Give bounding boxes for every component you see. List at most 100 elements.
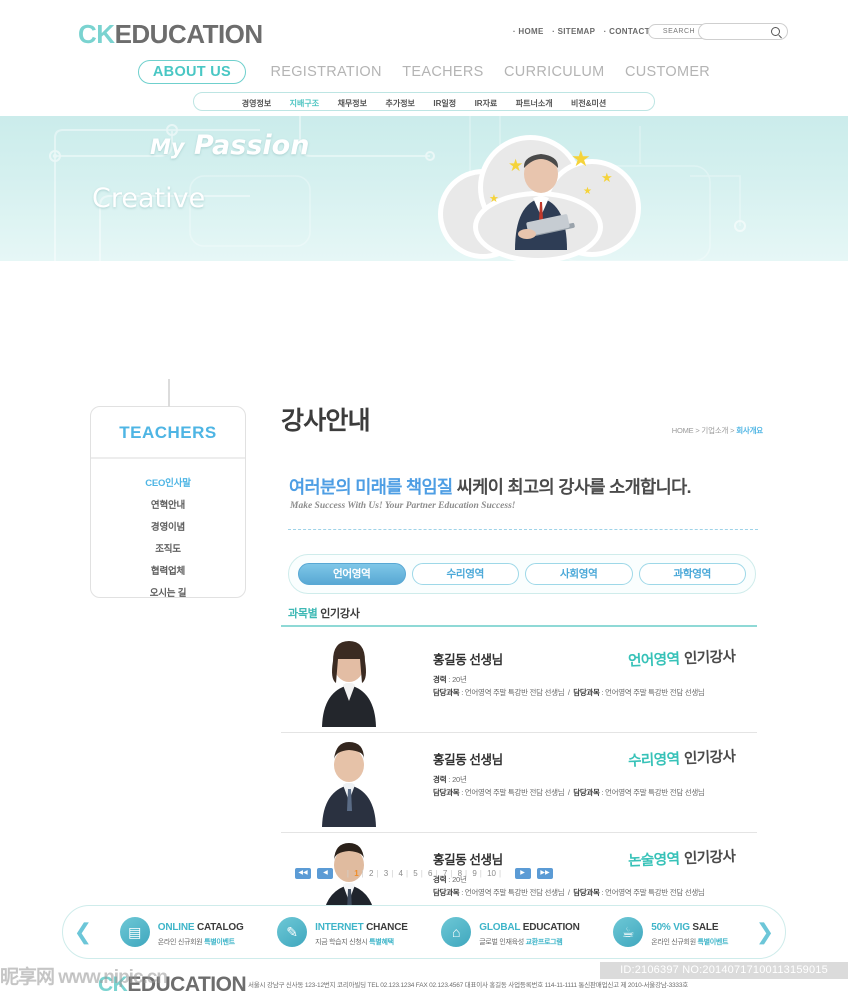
section-rule bbox=[281, 625, 757, 627]
nav-item-about-us[interactable]: ABOUT US bbox=[137, 60, 247, 84]
section-title-dark: 인기강사 bbox=[320, 608, 360, 620]
subnav-item-0[interactable]: 경영정보 bbox=[242, 99, 271, 108]
star-icon-1: ★ bbox=[508, 156, 524, 175]
banner-items: ▤ ONLINE CATALOG 온라인 신규회원 특별이벤트 ✎ INTERN… bbox=[103, 917, 745, 947]
subnav-item-3[interactable]: 추가정보 bbox=[385, 99, 414, 108]
banner-subtitle: 온라인 신규회원 특별이벤트 bbox=[157, 939, 235, 946]
nav-item-teachers[interactable]: TEACHERS bbox=[402, 64, 483, 80]
pagination-page-6[interactable]: 6 bbox=[428, 869, 432, 878]
tab-math-area[interactable]: 수리영역 bbox=[411, 563, 519, 585]
hero-passion-text: Passion bbox=[194, 130, 310, 161]
teacher-photo bbox=[306, 639, 391, 727]
logo-education-text: EDUCATION bbox=[114, 19, 264, 49]
table-row[interactable]: 홍길동 선생님 경력 : 20년 담당과목 : 언어영역 주말 특강반 전담 선… bbox=[281, 733, 757, 833]
banner-item-global-education[interactable]: ⌂ GLOBAL EDUCATION 글로벌 인재육성 교환프로그램 bbox=[441, 917, 580, 947]
tab-language-area[interactable]: 언어영역 bbox=[298, 563, 406, 585]
banner-item-internet-chance[interactable]: ✎ INTERNET CHANCE 지금 학습지 신청시 특별혜택 bbox=[277, 917, 408, 947]
hero-line-one: My Passion bbox=[150, 130, 309, 161]
banner-item-text: INTERNET CHANCE 지금 학습지 신청시 특별혜택 bbox=[315, 917, 408, 947]
nav-item-registration[interactable]: REGISTRATION bbox=[270, 64, 381, 80]
image-id-watermark: ID:2106397 NO:20140717100113159015 bbox=[600, 962, 848, 979]
site-logo[interactable]: CKEDUCATION bbox=[78, 19, 263, 50]
sidebar-title: TEACHERS bbox=[91, 407, 245, 459]
headline-dark-part: 씨케이 최고의 강사를 소개합니다. bbox=[456, 477, 692, 497]
main-navigation: ABOUT US REGISTRATION TEACHERS CURRICULU… bbox=[0, 60, 848, 84]
sidebar-item-org-chart[interactable]: 조직도 bbox=[91, 537, 245, 559]
teacher-career: 경력 : 20년 bbox=[433, 775, 467, 784]
star-icon-3: ★ bbox=[601, 170, 613, 185]
teacher-career: 경력 : 20년 bbox=[433, 675, 467, 684]
subnav-item-4[interactable]: IR일정 bbox=[433, 99, 456, 108]
sidebar-item-ceo-message[interactable]: CEO인사말 bbox=[91, 471, 245, 493]
hero-banner: My Passion Creative ★ ★ ★ ★ ★ bbox=[0, 116, 848, 261]
banner-item-text: ONLINE CATALOG 온라인 신규회원 특별이벤트 bbox=[158, 917, 244, 947]
banner-prev-arrow-icon[interactable]: ❮ bbox=[63, 919, 103, 945]
building-icon: ⌂ bbox=[441, 917, 472, 947]
badge-area-text: 수리영역 bbox=[627, 751, 680, 770]
subnav-item-7[interactable]: 비전&미션 bbox=[571, 99, 606, 108]
breadcrumb-current: 회사개요 bbox=[736, 426, 763, 435]
site-header: CKEDUCATION · HOME · SITEMAP · CONTACT U… bbox=[0, 0, 848, 116]
banner-item-vig-sale[interactable]: ☕ 50% VIG SALE 온라인 신규회원 특별이벤트 bbox=[613, 917, 728, 947]
pagination-page-8[interactable]: 8 bbox=[458, 869, 462, 878]
dashed-divider bbox=[288, 529, 758, 530]
pagination-page-9[interactable]: 9 bbox=[472, 869, 476, 878]
pagination-page-7[interactable]: 7 bbox=[443, 869, 447, 878]
sidebar-item-philosophy[interactable]: 경영이념 bbox=[91, 515, 245, 537]
sidebar-item-history[interactable]: 연혁안내 bbox=[91, 493, 245, 515]
badge-area-text: 언어영역 bbox=[627, 651, 680, 670]
pagination-prev-button[interactable]: ◀ bbox=[317, 868, 334, 880]
pagination-page-2[interactable]: 2 bbox=[369, 869, 373, 878]
category-tab-bar: 언어영역 수리영역 사회영역 과학영역 bbox=[288, 554, 756, 594]
breadcrumb: HOME > 기업소개 > 회사개요 bbox=[671, 426, 763, 435]
pagination-page-5[interactable]: 5 bbox=[413, 869, 417, 878]
top-utility-links: · HOME · SITEMAP · CONTACT US bbox=[507, 27, 664, 36]
breadcrumb-home[interactable]: HOME bbox=[672, 426, 694, 435]
subnav-item-5[interactable]: IR자료 bbox=[475, 99, 498, 108]
pagination-last-button[interactable]: ▶▶ bbox=[537, 868, 553, 880]
hero-cloud-photo: ★ ★ ★ ★ ★ bbox=[423, 134, 663, 261]
sidebar-item-directions[interactable]: 오시는 길 bbox=[91, 581, 245, 603]
headline-blue-part: 여러분의 미래를 책임질 bbox=[289, 477, 453, 497]
banner-title: GLOBAL EDUCATION bbox=[479, 922, 580, 933]
subnav-item-2[interactable]: 채무정보 bbox=[338, 99, 367, 108]
breadcrumb-mid[interactable]: 기업소개 bbox=[701, 426, 728, 435]
search-icon bbox=[771, 27, 780, 36]
banner-next-arrow-icon[interactable]: ❯ bbox=[745, 919, 785, 945]
teacher-name: 홍길동 선생님 bbox=[433, 653, 503, 667]
table-row[interactable]: 홍길동 선생님 경력 : 20년 담당과목 : 언어영역 주말 특강반 전담 선… bbox=[281, 633, 757, 733]
top-link-home[interactable]: · HOME bbox=[513, 27, 544, 36]
subnav-item-6[interactable]: 파트너소개 bbox=[516, 99, 553, 108]
nav-item-curriculum[interactable]: CURRICULUM bbox=[504, 64, 604, 80]
search-input-wrapper[interactable] bbox=[698, 23, 788, 40]
cup-icon: ☕ bbox=[613, 917, 644, 947]
pagination-page-3[interactable]: 3 bbox=[384, 869, 388, 878]
tab-science-area[interactable]: 과학영역 bbox=[638, 563, 746, 585]
banner-subtitle: 글로벌 인재육성 교환프로그램 bbox=[479, 939, 563, 946]
badge-popular-text: 인기강사 bbox=[683, 749, 736, 768]
banner-subtitle: 온라인 신규회원 특별이벤트 bbox=[651, 939, 729, 946]
pagination-page-list: | 1 | 2 | 3 | 4 | 5 | 6 | 7 | 8 | 9 | 10 | bbox=[346, 869, 502, 879]
banner-item-online-catalog[interactable]: ▤ ONLINE CATALOG 온라인 신규회원 특별이벤트 bbox=[119, 917, 244, 947]
banner-title: INTERNET CHANCE bbox=[315, 922, 408, 933]
pagination-page-1[interactable]: 1 bbox=[354, 869, 358, 878]
nav-item-customer[interactable]: CUSTOMER bbox=[625, 64, 710, 80]
banner-title: 50% VIG SALE bbox=[651, 922, 719, 933]
star-icon-5: ★ bbox=[583, 186, 592, 197]
pagination-next-button[interactable]: ▶ bbox=[514, 868, 531, 880]
sidebar-item-partners[interactable]: 협력업체 bbox=[91, 559, 245, 581]
sub-navigation: 경영정보 지배구조 채무정보 추가정보 IR일정 IR자료 파트너소개 비전&미… bbox=[193, 92, 655, 111]
pagination-page-4[interactable]: 4 bbox=[399, 869, 403, 878]
teacher-subject: 담당과목 : 언어영역 주말 특강반 전담 선생님 / 담당과목 : 언어영역 … bbox=[433, 888, 705, 897]
logo-ck-text: CK bbox=[78, 19, 115, 49]
top-link-sitemap[interactable]: · SITEMAP bbox=[552, 27, 595, 36]
promo-banner-wrapper: ❮ ▤ ONLINE CATALOG 온라인 신규회원 특별이벤트 ✎ INTE… bbox=[0, 905, 848, 967]
pagination-page-10[interactable]: 10 bbox=[487, 869, 496, 878]
page-title: 강사안내 bbox=[281, 407, 371, 435]
main-content: TEACHERS CEO인사말 연혁안내 경영이념 조직도 협력업체 오시는 길… bbox=[0, 261, 848, 951]
teacher-popular-badge: 언어영역 인기강사 bbox=[627, 645, 736, 671]
section-title-teal: 과목별 bbox=[288, 608, 318, 620]
subnav-item-1[interactable]: 지배구조 bbox=[290, 99, 319, 108]
pagination-first-button[interactable]: ◀◀ bbox=[295, 868, 311, 880]
tab-social-area[interactable]: 사회영역 bbox=[525, 563, 633, 585]
